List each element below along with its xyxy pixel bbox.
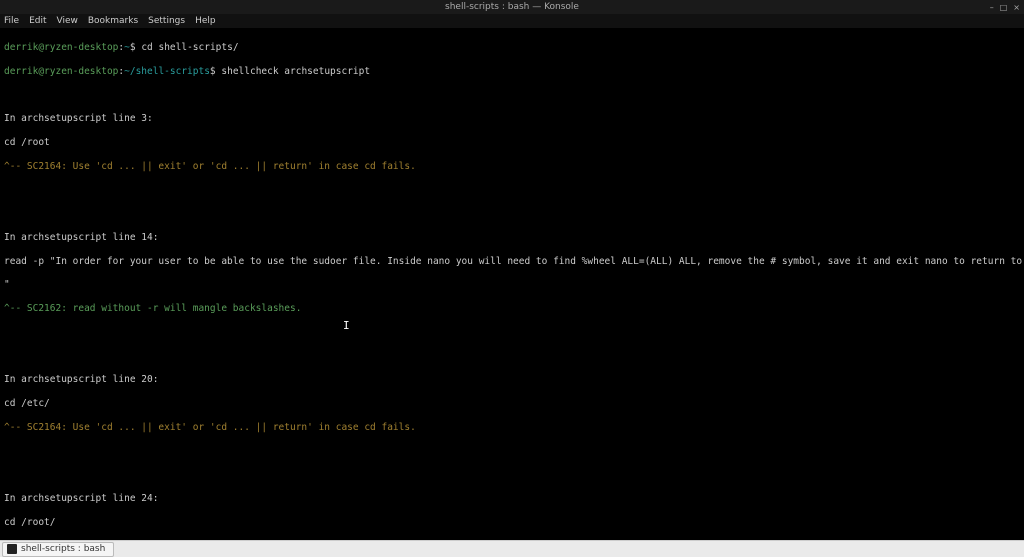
prompt-dollar: $ bbox=[210, 66, 221, 77]
output-blank bbox=[4, 351, 1020, 363]
titlebar: shell-scripts : bash — Konsole – □ × bbox=[0, 0, 1024, 14]
output-blank bbox=[4, 208, 1020, 220]
output-blank bbox=[4, 327, 1020, 339]
output-note: ^-- SC2164: Use 'cd ... || exit' or 'cd … bbox=[4, 161, 1020, 173]
taskbar-item[interactable]: shell-scripts : bash bbox=[2, 542, 114, 557]
output-code-cont: " bbox=[4, 279, 1020, 291]
terminal-line: derrik@ryzen-desktop:~$ cd shell-scripts… bbox=[4, 42, 1020, 54]
terminal-line: derrik@ryzen-desktop:~/shell-scripts$ sh… bbox=[4, 66, 1020, 78]
menu-edit[interactable]: Edit bbox=[29, 16, 46, 26]
window-controls: – □ × bbox=[990, 3, 1020, 12]
output-blank bbox=[4, 184, 1020, 196]
taskbar: shell-scripts : bash bbox=[0, 540, 1024, 557]
menu-help[interactable]: Help bbox=[195, 16, 216, 26]
cmd-text: shellcheck archsetupscript bbox=[221, 66, 370, 77]
prompt-userhost: derrik@ryzen-desktop bbox=[4, 66, 118, 77]
output-code: cd /root/ bbox=[4, 517, 1020, 529]
output-code: read -p "In order for your user to be ab… bbox=[4, 256, 1020, 268]
output-blank bbox=[4, 89, 1020, 101]
output-code: cd /root bbox=[4, 137, 1020, 149]
cmd-text: cd shell-scripts/ bbox=[141, 42, 238, 53]
terminal-area[interactable]: derrik@ryzen-desktop:~$ cd shell-scripts… bbox=[0, 28, 1024, 540]
minimize-icon[interactable]: – bbox=[990, 3, 994, 12]
output-header: In archsetupscript line 3: bbox=[4, 113, 1020, 125]
close-icon[interactable]: × bbox=[1013, 3, 1020, 12]
prompt-userhost: derrik@ryzen-desktop bbox=[4, 42, 118, 53]
output-note: ^-- SC2162: read without -r will mangle … bbox=[4, 303, 1020, 315]
menubar: File Edit View Bookmarks Settings Help bbox=[0, 14, 1024, 28]
menu-view[interactable]: View bbox=[57, 16, 78, 26]
menu-file[interactable]: File bbox=[4, 16, 19, 26]
prompt-path: ~/shell-scripts bbox=[124, 66, 210, 77]
konsole-icon bbox=[7, 544, 17, 554]
output-blank bbox=[4, 446, 1020, 458]
window-title: shell-scripts : bash — Konsole bbox=[445, 2, 579, 12]
output-blank bbox=[4, 469, 1020, 481]
taskbar-item-label: shell-scripts : bash bbox=[21, 544, 105, 554]
output-header: In archsetupscript line 14: bbox=[4, 232, 1020, 244]
menu-settings[interactable]: Settings bbox=[148, 16, 185, 26]
output-note: ^-- SC2164: Use 'cd ... || exit' or 'cd … bbox=[4, 422, 1020, 434]
menu-bookmarks[interactable]: Bookmarks bbox=[88, 16, 138, 26]
output-header: In archsetupscript line 24: bbox=[4, 493, 1020, 505]
prompt-dollar: $ bbox=[130, 42, 141, 53]
output-code: cd /etc/ bbox=[4, 398, 1020, 410]
output-header: In archsetupscript line 20: bbox=[4, 374, 1020, 386]
maximize-icon[interactable]: □ bbox=[1000, 3, 1008, 12]
